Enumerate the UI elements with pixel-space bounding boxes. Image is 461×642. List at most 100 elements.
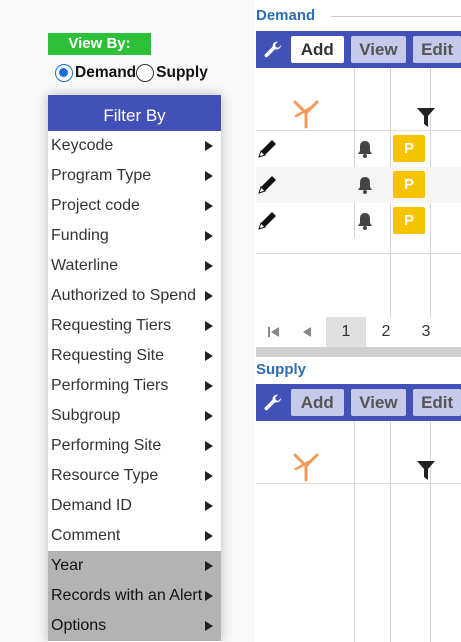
- filter-item-label: Comment: [51, 527, 121, 544]
- grid-header-divider: [256, 483, 461, 484]
- demand-toolbar: Add View Edit: [256, 31, 461, 68]
- status-badge: P: [393, 135, 425, 162]
- first-page-icon[interactable]: [268, 326, 280, 338]
- table-row[interactable]: P: [256, 167, 461, 203]
- filter-item[interactable]: Requesting Tiers: [48, 311, 221, 341]
- wrench-icon[interactable]: [262, 39, 284, 61]
- filter-item-label: Performing Site: [51, 437, 162, 454]
- filter-item-label: Records with an Alert: [51, 587, 203, 604]
- filter-item-label: Program Type: [51, 167, 152, 184]
- supply-radio[interactable]: [136, 64, 155, 82]
- filter-item[interactable]: Requesting Site: [48, 341, 221, 371]
- chevron-right-icon: [205, 231, 213, 241]
- bell-icon[interactable]: [357, 176, 373, 194]
- filter-item-label: Project code: [51, 197, 140, 214]
- demand-grid: P P P: [256, 68, 461, 317]
- filter-item[interactable]: Demand ID: [48, 491, 221, 521]
- filter-item-label: Performing Tiers: [51, 377, 169, 394]
- chevron-right-icon: [205, 381, 213, 391]
- page-root: View By: Demand Supply Filter By Keycode…: [0, 0, 461, 642]
- filter-item-label: Funding: [51, 227, 109, 244]
- chevron-right-icon: [205, 411, 213, 421]
- pencil-edit-icon[interactable]: [257, 137, 279, 159]
- filter-item[interactable]: Waterline: [48, 251, 221, 281]
- filter-item[interactable]: Comment: [48, 521, 221, 551]
- page-2-button[interactable]: 2: [366, 317, 406, 347]
- page-1-button[interactable]: 1: [326, 317, 366, 347]
- supply-grid: [256, 421, 461, 642]
- grid-row-divider: [256, 253, 461, 254]
- filter-panel: Filter By Keycode Program Type Project cod…: [48, 95, 221, 642]
- previous-page-icon[interactable]: [302, 326, 312, 338]
- chevron-right-icon: [205, 621, 213, 631]
- filter-item-label: Requesting Site: [51, 347, 164, 364]
- filter-item-label: Authorized to Spend: [51, 287, 196, 304]
- filter-item[interactable]: Subgroup: [48, 401, 221, 431]
- filter-icon[interactable]: [417, 461, 435, 481]
- filter-item-label: Subgroup: [51, 407, 121, 424]
- grid-column-divider: [354, 421, 355, 642]
- filter-item[interactable]: Resource Type: [48, 461, 221, 491]
- filter-item[interactable]: Project code: [48, 191, 221, 221]
- left-pane: View By: Demand Supply Filter By Keycode…: [0, 0, 255, 642]
- demand-add-button[interactable]: Add: [290, 36, 344, 63]
- filter-item-label: Requesting Tiers: [51, 317, 172, 334]
- filter-item-label: Year: [51, 557, 84, 574]
- filter-item[interactable]: Authorized to Spend: [48, 281, 221, 311]
- chevron-right-icon: [205, 201, 213, 211]
- status-badge: P: [393, 171, 425, 198]
- page-3-button[interactable]: 3: [406, 317, 446, 347]
- filter-item[interactable]: Keycode: [48, 131, 221, 161]
- filter-item-label: Waterline: [51, 257, 118, 274]
- demand-radio[interactable]: [55, 64, 73, 82]
- supply-view-button[interactable]: View: [350, 389, 407, 416]
- filter-item-label: Keycode: [51, 137, 114, 154]
- wrench-icon[interactable]: [262, 392, 284, 414]
- view-by-label: View By:: [48, 33, 151, 55]
- table-row[interactable]: P: [256, 203, 461, 239]
- demand-view-button[interactable]: View: [350, 36, 407, 63]
- supply-edit-button[interactable]: Edit: [413, 389, 461, 416]
- supply-toolbar: Add View Edit: [256, 384, 461, 421]
- chevron-right-icon: [205, 591, 213, 601]
- table-row[interactable]: P: [256, 131, 461, 167]
- supply-add-button[interactable]: Add: [290, 389, 344, 416]
- bell-icon[interactable]: [357, 212, 373, 230]
- filter-item[interactable]: Performing Tiers: [48, 371, 221, 401]
- status-badge: P: [393, 207, 425, 234]
- filter-item[interactable]: Performing Site: [48, 431, 221, 461]
- filter-item-label: Resource Type: [51, 467, 159, 484]
- filter-item[interactable]: Funding: [48, 221, 221, 251]
- filter-item[interactable]: Year: [48, 551, 221, 581]
- chevron-right-icon: [205, 561, 213, 571]
- demand-title-divider: [331, 16, 461, 17]
- filter-item-label: Demand ID: [51, 497, 132, 514]
- chevron-right-icon: [205, 291, 213, 301]
- grid-column-divider: [430, 421, 431, 642]
- demand-radio-label[interactable]: Demand: [75, 64, 136, 82]
- supply-section-title: Supply: [256, 361, 307, 378]
- filter-item[interactable]: Options: [48, 611, 221, 641]
- filter-icon[interactable]: [417, 108, 435, 128]
- chevron-right-icon: [205, 531, 213, 541]
- clear-filter-icon[interactable]: [292, 99, 320, 129]
- supply-radio-label[interactable]: Supply: [156, 64, 208, 82]
- bell-icon[interactable]: [357, 140, 373, 158]
- grid-column-divider: [390, 421, 391, 642]
- demand-edit-button[interactable]: Edit: [413, 36, 461, 63]
- chevron-right-icon: [205, 441, 213, 451]
- filter-item[interactable]: Program Type: [48, 161, 221, 191]
- pencil-edit-icon[interactable]: [257, 173, 279, 195]
- demand-pager: 1 2 3: [256, 317, 461, 347]
- horizontal-scrollbar[interactable]: [256, 347, 461, 357]
- chevron-right-icon: [205, 321, 213, 331]
- pencil-edit-icon[interactable]: [257, 209, 279, 231]
- filter-list: Keycode Program Type Project code Funding Wa…: [48, 131, 221, 641]
- clear-filter-icon[interactable]: [292, 452, 320, 482]
- chevron-right-icon: [205, 351, 213, 361]
- demand-section-title: Demand: [256, 7, 316, 24]
- view-by-radio-group: Demand Supply: [55, 64, 208, 82]
- filter-panel-title: Filter By: [48, 95, 221, 131]
- filter-item[interactable]: Records with an Alert: [48, 581, 221, 611]
- chevron-right-icon: [205, 501, 213, 511]
